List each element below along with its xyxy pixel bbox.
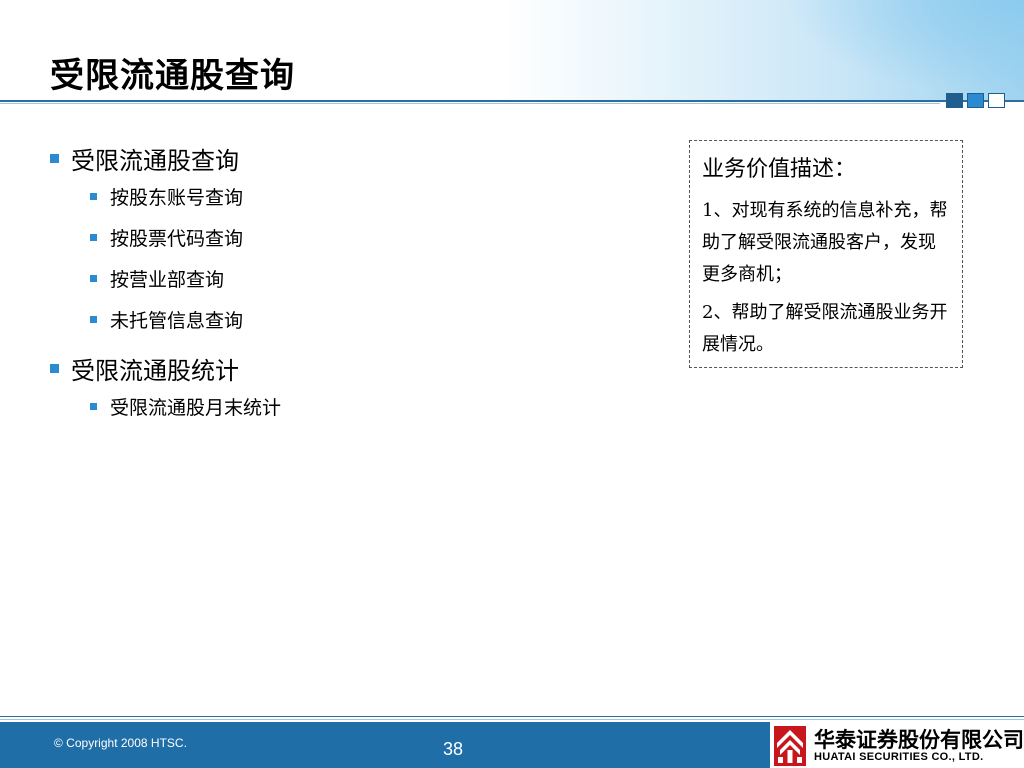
blue-square-bullet-icon	[90, 403, 97, 410]
footer-divider-light	[0, 719, 1024, 720]
outline-item-query: 受限流通股查询	[50, 140, 281, 176]
outline-subitem: 未托管信息查询	[50, 299, 281, 340]
footer-divider	[0, 716, 1024, 717]
square-medium	[967, 93, 984, 108]
outline-subitem: 按股票代码查询	[50, 217, 281, 258]
bullet-outline: 受限流通股查询 按股东账号查询 按股票代码查询 按营业部查询 未托管信息查询 受…	[50, 140, 281, 427]
value-box-heading: 业务价值描述：	[702, 157, 857, 182]
outline-subitem: 按营业部查询	[50, 258, 281, 299]
square-light	[988, 93, 1005, 108]
title-divider	[0, 100, 1024, 102]
huatai-logo-icon	[774, 726, 806, 766]
outline-subitem: 按股东账号查询	[50, 176, 281, 217]
blue-square-bullet-icon	[50, 363, 59, 373]
value-box-paragraph: 1、对现有系统的信息补充，帮助了解受限流通股客户，发现更多商机；	[702, 200, 948, 285]
outline-subitem-label: 未托管信息查询	[110, 310, 244, 332]
blue-square-bullet-icon	[90, 193, 97, 200]
title-divider-light	[0, 103, 940, 104]
company-logo: 华泰证券股份有限公司 HUATAI SECURITIES CO., LTD.	[770, 722, 1024, 768]
outline-subitem-label: 按股票代码查询	[110, 228, 244, 250]
business-value-box: 业务价值描述： 1、对现有系统的信息补充，帮助了解受限流通股客户，发现更多商机；…	[689, 140, 963, 368]
value-box-paragraph: 2、帮助了解受限流通股业务开展情况。	[702, 302, 948, 355]
square-dark	[946, 93, 963, 108]
logo-english-name: HUATAI SECURITIES CO., LTD.	[814, 751, 984, 763]
outline-subitem: 受限流通股月末统计	[50, 386, 281, 427]
outline-subitem-label: 按股东账号查询	[110, 187, 244, 209]
outline-subitem-label: 按营业部查询	[110, 269, 225, 291]
blue-square-bullet-icon	[90, 275, 97, 282]
three-squares-icon	[946, 93, 1005, 108]
blue-square-bullet-icon	[50, 153, 59, 163]
logo-chinese-name: 华泰证券股份有限公司	[814, 728, 1024, 752]
page-number: 38	[443, 739, 464, 759]
outline-item-label: 受限流通股查询	[71, 146, 239, 175]
blue-square-bullet-icon	[90, 316, 97, 323]
copyright-text: © Copyright 2008 HTSC.	[54, 736, 187, 750]
outline-item-label: 受限流通股统计	[71, 356, 239, 385]
page-title: 受限流通股查询	[50, 56, 295, 96]
header-gradient	[504, 0, 1024, 100]
blue-square-bullet-icon	[90, 234, 97, 241]
outline-item-statistics: 受限流通股统计	[50, 350, 281, 386]
outline-subitem-label: 受限流通股月末统计	[110, 397, 282, 419]
